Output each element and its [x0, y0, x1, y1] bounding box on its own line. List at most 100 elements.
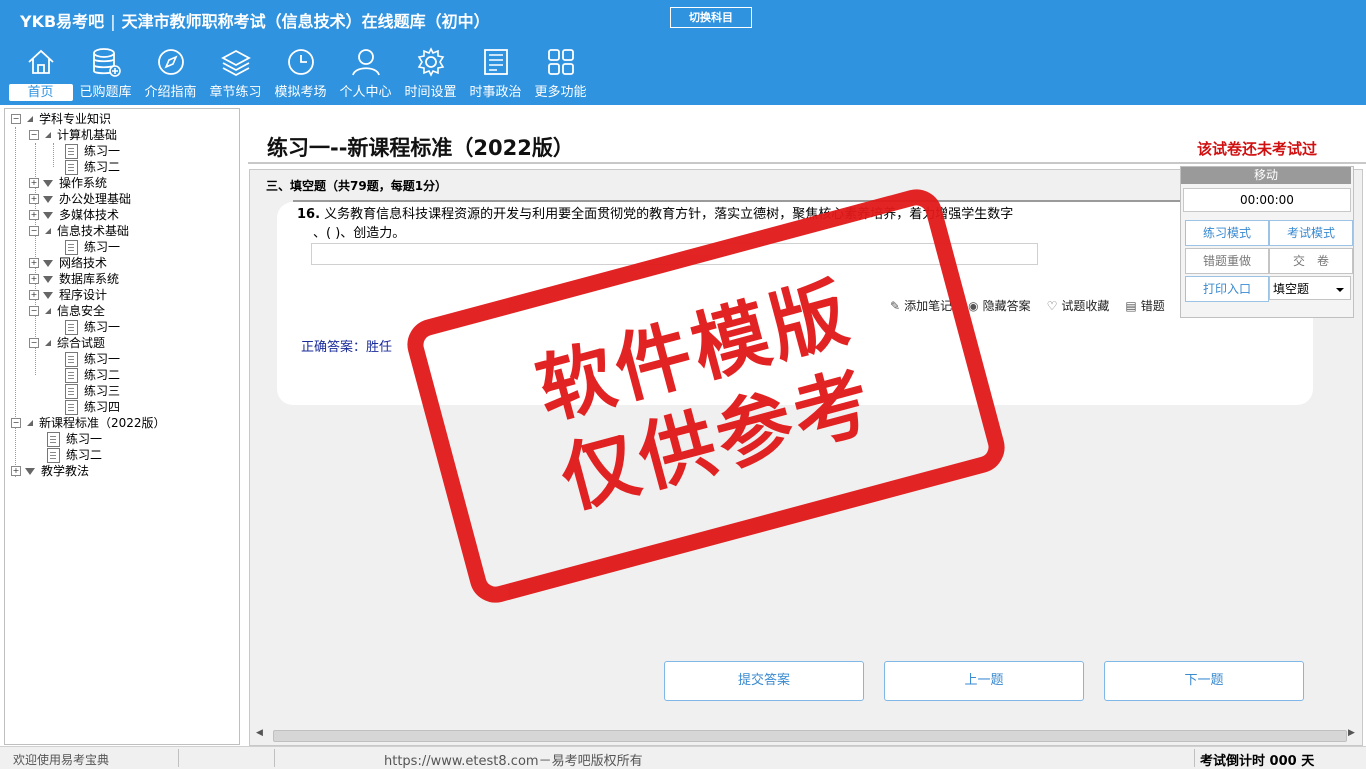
submit-answer-button[interactable]: 提交答案 [664, 661, 864, 701]
switch-subject-button[interactable]: 切换科目 [670, 7, 752, 28]
favorite-button[interactable]: ♡ 试题收藏 [1047, 297, 1110, 314]
tree-leaf-comp-ex1[interactable]: 练习一 [65, 351, 120, 367]
scroll-left-icon[interactable]: ◀ [256, 728, 263, 738]
collapse-icon[interactable]: − [29, 306, 39, 316]
tree-node-root[interactable]: − 学科专业知识 [11, 111, 111, 127]
tree-leaf-comp-ex3[interactable]: 练习三 [65, 383, 120, 399]
tree-node-teaching[interactable]: + 教学教法 [11, 463, 89, 479]
main-nav: 首页 已购题库 介绍指南 章节练习 模拟考场 个人中心 时间设置 时事政治 更多… [8, 46, 593, 102]
tree-label: 练习一 [84, 352, 121, 366]
tree-label: 练习一 [84, 320, 121, 334]
exam-timer: 00:00:00 [1183, 188, 1351, 212]
tree-leaf-new-ex2[interactable]: 练习二 [47, 447, 102, 463]
scrollbar-thumb[interactable] [273, 730, 1347, 742]
tree-node-comprehensive[interactable]: − 综合试题 [29, 335, 105, 351]
tree-node-os[interactable]: + 操作系统 [29, 175, 107, 191]
error-report-button[interactable]: ▤ 错题 [1125, 297, 1164, 314]
expand-icon[interactable]: + [29, 178, 39, 188]
collapsed-icon [25, 467, 35, 475]
nav-time-settings[interactable]: 时间设置 [398, 46, 463, 102]
expand-icon[interactable]: + [29, 290, 39, 300]
tree-label: 练习二 [84, 160, 121, 174]
collapse-icon[interactable]: − [29, 130, 39, 140]
expanded-icon [27, 420, 33, 426]
paper-title: 练习一--新课程标准（2022版） [267, 136, 574, 160]
tree-node-programming[interactable]: + 程序设计 [29, 287, 107, 303]
tree-leaf-computer-ex2[interactable]: 练习二 [65, 159, 120, 175]
hide-answer-button[interactable]: ◉ 隐藏答案 [968, 297, 1031, 314]
expand-icon[interactable]: + [29, 210, 39, 220]
collapse-icon[interactable]: − [29, 338, 39, 348]
exam-mode-button[interactable]: 考试模式 [1269, 220, 1353, 246]
tree-label: 网络技术 [59, 256, 108, 270]
collapse-icon[interactable]: − [29, 226, 39, 236]
tree-leaf-it-ex1[interactable]: 练习一 [65, 239, 120, 255]
nav-home[interactable]: 首页 [8, 46, 73, 102]
tree-leaf-comp-ex4[interactable]: 练习四 [65, 399, 120, 415]
nav-purchased[interactable]: 已购题库 [73, 46, 138, 102]
document-icon [65, 159, 78, 175]
tree-leaf-security-ex1[interactable]: 练习一 [65, 319, 120, 335]
scroll-right-icon[interactable]: ▶ [1348, 728, 1355, 738]
tree-node-new-standard[interactable]: − 新课程标准（2022版） [11, 415, 166, 431]
collapse-icon[interactable]: − [11, 418, 21, 428]
tree-node-network[interactable]: + 网络技术 [29, 255, 107, 271]
prev-question-button[interactable]: 上一题 [884, 661, 1084, 701]
correct-answer: 正确答案：胜任 [301, 340, 393, 355]
tree-leaf-comp-ex2[interactable]: 练习二 [65, 367, 120, 383]
database-icon [92, 48, 121, 77]
expand-icon[interactable]: + [29, 194, 39, 204]
nav-chapter[interactable]: 章节练习 [203, 46, 268, 102]
document-icon [65, 143, 78, 159]
tree-label: 信息技术基础 [57, 224, 130, 238]
document-icon [65, 383, 78, 399]
tree-leaf-new-ex1[interactable]: 练习一 [47, 431, 102, 447]
nav-mock[interactable]: 模拟考场 [268, 46, 333, 102]
nav-politics[interactable]: 时事政治 [463, 46, 528, 102]
question-type-select[interactable]: 填空题 [1269, 276, 1351, 300]
nav-more-label: 更多功能 [534, 85, 587, 100]
expand-icon[interactable]: + [29, 258, 39, 268]
expand-icon[interactable]: + [11, 466, 21, 476]
nav-guide-label: 介绍指南 [144, 85, 197, 100]
tree-label: 练习二 [84, 368, 121, 382]
eye-icon: ◉ [968, 298, 979, 313]
top-bar: YKB易考吧 | 天津市教师职称考试（信息技术）在线题库（初中） 切换科目 首页 已… [0, 0, 1366, 105]
print-button[interactable]: 打印入口 [1185, 276, 1269, 302]
redo-errors-button[interactable]: 错题重做 [1185, 248, 1269, 274]
layers-icon [220, 49, 251, 77]
collapsed-icon [43, 179, 53, 187]
next-question-button[interactable]: 下一题 [1104, 661, 1304, 701]
tree-node-multimedia[interactable]: + 多媒体技术 [29, 207, 119, 223]
collapse-icon[interactable]: − [11, 114, 21, 124]
document-icon [65, 367, 78, 383]
move-handle[interactable]: 移动 [1181, 167, 1351, 184]
app-title: 天津市教师职称考试（信息技术）在线题库（初中） [121, 12, 490, 31]
nav-chapter-label: 章节练习 [209, 85, 262, 100]
category-tree: − 学科专业知识 − 计算机基础 练习一 练习二 + 操作系统 + 办公处理基础 + 多媒… [4, 108, 240, 745]
tree-leaf-computer-ex1[interactable]: 练习一 [65, 143, 120, 159]
expanded-icon [45, 308, 51, 314]
title-divider [248, 162, 1366, 164]
tree-node-office[interactable]: + 办公处理基础 [29, 191, 131, 207]
nav-mock-label: 模拟考场 [274, 85, 327, 100]
tree-node-security[interactable]: − 信息安全 [29, 303, 105, 319]
copyright-url: https://www.etest8.com－易考吧版权所有 [384, 754, 643, 769]
nav-guide[interactable]: 介绍指南 [138, 46, 203, 102]
tree-label: 练习三 [84, 384, 121, 398]
tree-node-database[interactable]: + 数据库系统 [29, 271, 119, 287]
tree-label: 教学教法 [41, 464, 90, 478]
tree-node-computer[interactable]: − 计算机基础 [29, 127, 117, 143]
question-text: 16. 义务教育信息科技课程资源的开发与利用要全面贯彻党的教育方针，落实立德树，… [297, 206, 1177, 223]
tree-node-it-basic[interactable]: − 信息技术基础 [29, 223, 129, 239]
exam-status: 该试卷还未考试过 [1197, 140, 1318, 158]
practice-mode-button[interactable]: 练习模式 [1185, 220, 1269, 246]
nav-personal[interactable]: 个人中心 [333, 46, 398, 102]
nav-more[interactable]: 更多功能 [528, 46, 593, 102]
question-body: 义务教育信息科技课程资源的开发与利用要全面贯彻党的教育方针，落实立德树 [324, 207, 780, 222]
tree-guide [53, 143, 54, 167]
news-icon [483, 49, 508, 75]
expand-icon[interactable]: + [29, 274, 39, 284]
submit-paper-button[interactable]: 交 卷 [1269, 248, 1353, 274]
user-icon [351, 49, 380, 76]
